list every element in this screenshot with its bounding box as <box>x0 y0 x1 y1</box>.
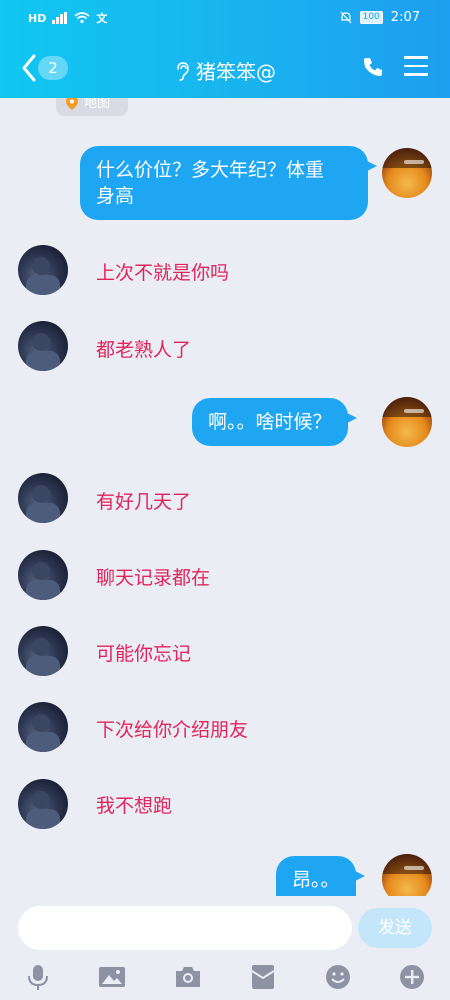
red-packet-icon[interactable] <box>248 962 278 992</box>
chat-header: HD 文 100 2:07 2 猪笨笨@ <box>0 0 450 98</box>
message-list[interactable]: 地图 什么价位？多大年纪？体重 身高 上次不就是你吗 都老熟人了 啊。。啥时候？… <box>0 98 450 896</box>
contact-avatar[interactable] <box>18 779 68 829</box>
my-avatar[interactable] <box>382 148 432 198</box>
ear-icon <box>177 62 189 81</box>
nfc-icon: 文 <box>96 12 108 25</box>
map-chip[interactable]: 地图 <box>56 98 128 116</box>
message-text-received[interactable]: 都老熟人了 <box>96 335 191 362</box>
contact-avatar[interactable] <box>18 626 68 676</box>
contact-avatar[interactable] <box>18 245 68 295</box>
location-pin-icon <box>66 98 78 110</box>
menu-line <box>404 56 428 59</box>
message-text-received[interactable]: 我不想跑 <box>96 791 172 818</box>
plus-icon[interactable] <box>397 962 427 992</box>
message-text: 啊。。啥时候？ <box>208 411 332 433</box>
message-text-received[interactable]: 上次不就是你吗 <box>96 258 229 285</box>
status-right: 100 2:07 <box>340 10 420 25</box>
menu-icon[interactable] <box>404 56 428 78</box>
message-text: 什么价位？多大年纪？体重 <box>96 159 325 181</box>
message-text-received[interactable]: 下次给你介绍朋友 <box>96 715 248 742</box>
message-bubble-sent[interactable]: 什么价位？多大年纪？体重 身高 <box>80 146 377 220</box>
message-text-received[interactable]: 聊天记录都在 <box>96 563 210 590</box>
signal-icon <box>52 12 68 24</box>
mute-bell-icon <box>340 11 352 24</box>
message-text: 昂。。 <box>292 869 340 891</box>
map-chip-label: 地图 <box>84 98 111 111</box>
contact-avatar[interactable] <box>18 321 68 371</box>
menu-line <box>404 64 428 67</box>
contact-name: 猪笨笨@ <box>196 60 276 84</box>
menu-line <box>404 73 428 76</box>
contact-avatar[interactable] <box>18 702 68 752</box>
contact-avatar[interactable] <box>18 550 68 600</box>
contact-avatar[interactable] <box>18 473 68 523</box>
input-toolbar <box>0 958 450 998</box>
message-input[interactable] <box>18 906 352 950</box>
my-avatar[interactable] <box>382 397 432 447</box>
message-bubble-sent[interactable]: 啊。。啥时候？ <box>192 398 357 446</box>
message-text: 身高 <box>96 185 135 207</box>
message-text-received[interactable]: 有好几天了 <box>96 487 191 514</box>
status-left: HD 文 <box>28 10 107 26</box>
my-avatar[interactable] <box>382 854 432 896</box>
image-icon[interactable] <box>97 962 127 992</box>
emoji-icon[interactable] <box>323 962 353 992</box>
phone-icon[interactable] <box>362 56 384 78</box>
battery-indicator: 100 <box>359 11 383 24</box>
message-bubble-sent[interactable]: 昂。。 <box>276 856 364 896</box>
message-text-received[interactable]: 可能你忘记 <box>96 639 191 666</box>
status-bar: HD 文 100 2:07 <box>0 0 450 36</box>
send-button[interactable]: 发送 <box>358 908 432 948</box>
wifi-icon <box>74 12 90 24</box>
nav-bar: 2 猪笨笨@ <box>0 44 450 94</box>
microphone-icon[interactable] <box>23 962 53 992</box>
input-area: 发送 <box>0 896 450 1000</box>
network-type: HD <box>28 11 47 25</box>
clock: 2:07 <box>390 10 420 25</box>
camera-icon[interactable] <box>173 962 203 992</box>
